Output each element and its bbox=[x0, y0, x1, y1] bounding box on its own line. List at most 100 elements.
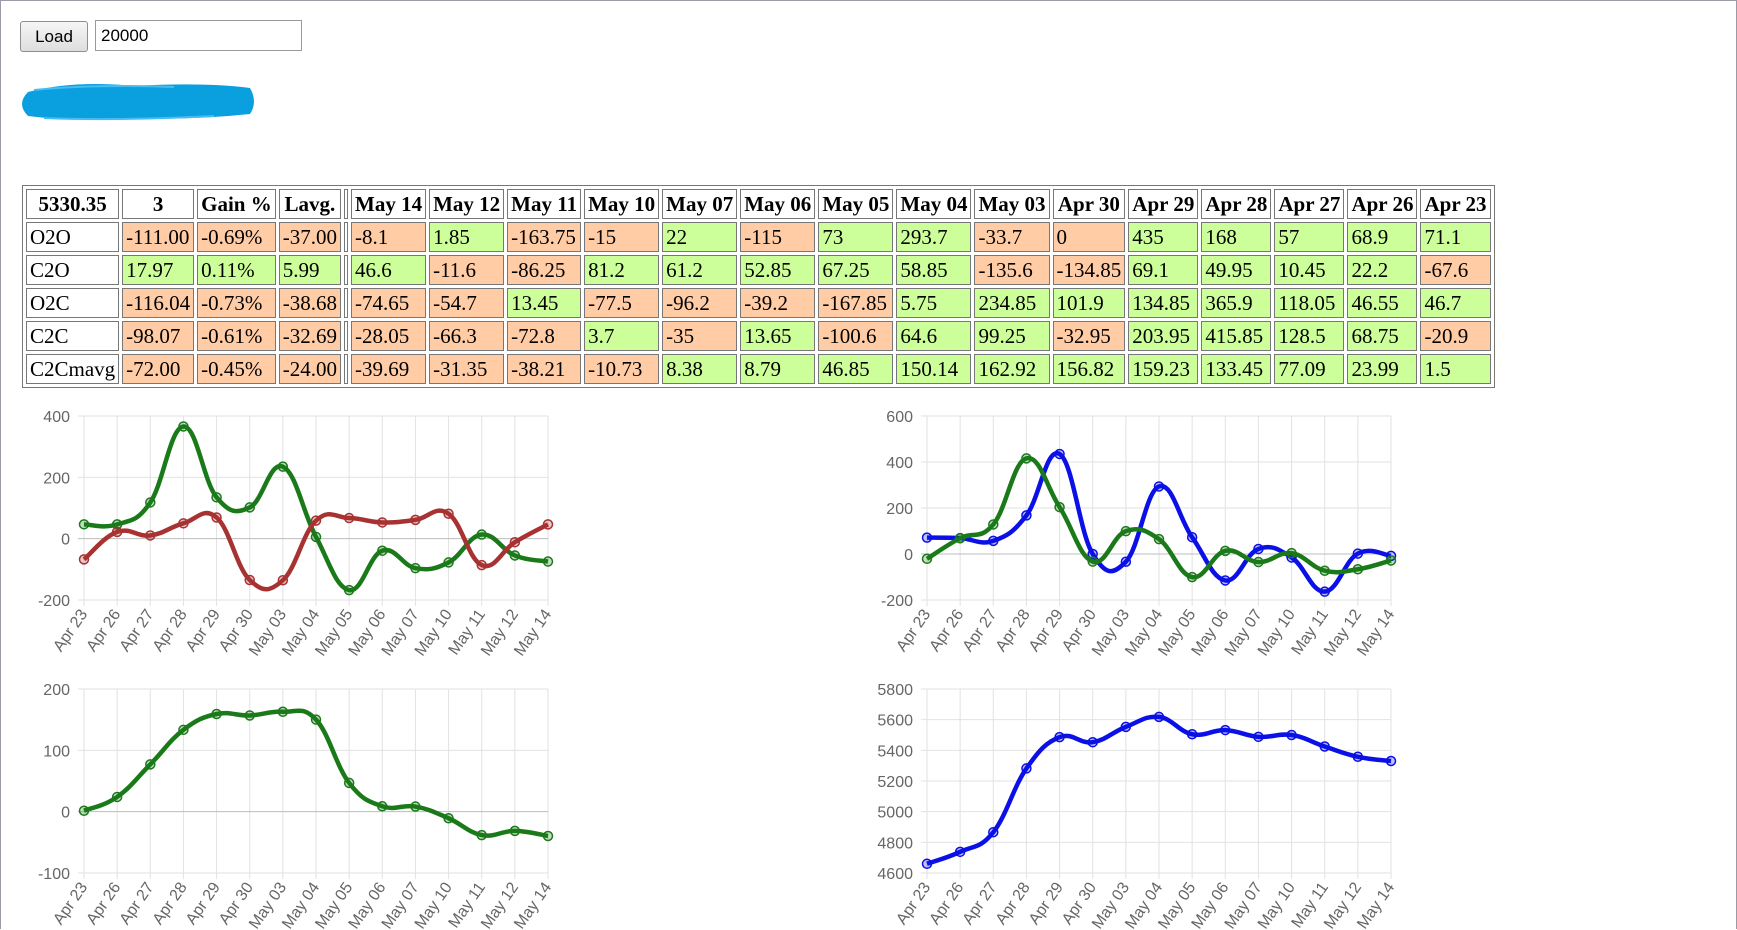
value-cell: -54.7 bbox=[429, 288, 505, 318]
table-header-cell: May 06 bbox=[740, 189, 816, 219]
value-cell: 64.6 bbox=[896, 321, 972, 351]
data-point bbox=[1186, 571, 1198, 583]
data-point bbox=[1153, 481, 1165, 492]
chart-c2cmavg: -100 0 100 200 Apr 23Apr 26Apr 27Apr 28Apr 2… bbox=[38, 682, 555, 930]
table-header-cell: May 05 bbox=[818, 189, 894, 219]
x-tick-label: Apr 26 bbox=[83, 879, 124, 927]
data-point bbox=[1186, 728, 1198, 740]
y-tick-label: 5800 bbox=[877, 682, 913, 699]
table-header-cell: May 07 bbox=[662, 189, 738, 219]
data-point bbox=[145, 759, 156, 770]
data-point bbox=[542, 519, 554, 530]
data-point bbox=[1021, 763, 1032, 774]
x-tick-label: Apr 23 bbox=[893, 606, 934, 654]
data-point bbox=[1021, 453, 1032, 464]
value-cell: -39.2 bbox=[740, 288, 816, 318]
value-cell: 68.75 bbox=[1347, 321, 1418, 351]
data-point bbox=[443, 812, 454, 824]
table-header-cell: Apr 23 bbox=[1420, 189, 1491, 219]
value-cell: 293.7 bbox=[896, 222, 972, 252]
value-cell: -100.6 bbox=[818, 321, 894, 351]
y-tick-label: 400 bbox=[43, 409, 70, 426]
data-point bbox=[921, 858, 933, 870]
value-cell: 71.1 bbox=[1420, 222, 1491, 252]
table-header-cell: Apr 26 bbox=[1347, 189, 1418, 219]
value-cell: 150.14 bbox=[896, 354, 972, 384]
value-cell: -32.95 bbox=[1052, 321, 1126, 351]
value-cell: 415.85 bbox=[1201, 321, 1272, 351]
data-point bbox=[111, 526, 123, 538]
x-tick-label: Apr 29 bbox=[1026, 879, 1067, 927]
value-cell: 81.2 bbox=[584, 255, 660, 285]
value-cell: -72.8 bbox=[507, 321, 582, 351]
data-point bbox=[178, 724, 189, 736]
table-row: C2C -98.07 -0.61% -32.69 -28.05 -66.3 -72.8 3.7… bbox=[26, 321, 1491, 351]
row-label: O2O bbox=[26, 222, 120, 252]
value-cell: 134.85 bbox=[1128, 288, 1199, 318]
summary-cell: 17.97 bbox=[122, 255, 195, 285]
data-point bbox=[1120, 556, 1132, 568]
value-cell: 46.7 bbox=[1420, 288, 1491, 318]
value-cell: 68.9 bbox=[1347, 222, 1418, 252]
data-point bbox=[277, 461, 289, 472]
summary-cell: -116.04 bbox=[122, 288, 195, 318]
value-cell: -8.1 bbox=[351, 222, 427, 252]
data-point bbox=[244, 574, 255, 586]
data-point bbox=[1319, 741, 1330, 752]
summary-cell: -72.00 bbox=[122, 354, 195, 384]
row-label: C2Cmavg bbox=[26, 354, 120, 384]
load-button[interactable]: Load bbox=[20, 21, 88, 52]
data-point bbox=[310, 714, 322, 725]
x-tick-label: Apr 23 bbox=[50, 879, 91, 927]
data-point bbox=[509, 536, 521, 548]
table-row: O2O -111.00 -0.69% -37.00 -8.1 1.85 -163.75 -15… bbox=[26, 222, 1491, 252]
value-cell: 69.1 bbox=[1128, 255, 1199, 285]
table-header-cell: Apr 28 bbox=[1201, 189, 1272, 219]
data-point bbox=[211, 708, 222, 720]
table-separator-cell bbox=[344, 288, 348, 318]
data-point bbox=[1054, 448, 1065, 460]
data-point bbox=[1352, 563, 1364, 575]
value-cell: 156.82 bbox=[1052, 354, 1126, 384]
value-cell: 101.9 bbox=[1052, 288, 1126, 318]
data-point bbox=[476, 529, 487, 540]
value-cell: 162.92 bbox=[974, 354, 1050, 384]
data-point bbox=[921, 553, 933, 565]
x-tick-label: Apr 28 bbox=[150, 606, 191, 654]
amount-input[interactable] bbox=[95, 20, 302, 51]
redaction-mark bbox=[22, 84, 254, 121]
value-cell: -115 bbox=[740, 222, 816, 252]
data-point bbox=[443, 557, 454, 568]
data-point bbox=[1319, 565, 1330, 576]
data-point bbox=[343, 584, 355, 596]
value-cell: 435 bbox=[1128, 222, 1199, 252]
table-header-cell: 3 bbox=[122, 189, 195, 219]
value-cell: -135.6 bbox=[974, 255, 1050, 285]
value-cell: 57 bbox=[1274, 222, 1345, 252]
y-tick-label: -200 bbox=[881, 593, 913, 610]
value-cell: -167.85 bbox=[818, 288, 894, 318]
data-point bbox=[343, 777, 355, 789]
table-row: O2C -116.04 -0.73% -38.68 -74.65 -54.7 13.45 -7… bbox=[26, 288, 1491, 318]
data-point bbox=[443, 508, 454, 520]
data-point bbox=[410, 801, 421, 812]
value-cell: 67.25 bbox=[818, 255, 894, 285]
value-cell: 99.25 bbox=[974, 321, 1050, 351]
x-tick-label: Apr 26 bbox=[926, 606, 967, 654]
summary-cell: -37.00 bbox=[278, 222, 341, 252]
row-label: C2C bbox=[26, 321, 120, 351]
data-point bbox=[476, 559, 487, 571]
value-cell: -20.9 bbox=[1420, 321, 1491, 351]
value-cell: 58.85 bbox=[896, 255, 972, 285]
table-header-cell: 5330.35 bbox=[26, 189, 120, 219]
table-row: C2O 17.97 0.11% 5.99 46.6 -11.6 -86.25 81.2 61.2… bbox=[26, 255, 1491, 285]
data-point bbox=[277, 706, 289, 717]
y-tick-label: 5000 bbox=[877, 805, 913, 822]
value-cell: -39.69 bbox=[351, 354, 427, 384]
data-point bbox=[1253, 556, 1264, 568]
summary-cell: -0.61% bbox=[197, 321, 276, 351]
table-header-cell: Apr 29 bbox=[1128, 189, 1199, 219]
y-tick-label: 0 bbox=[61, 805, 70, 822]
stats-table: 5330.35 3 Gain % Lavg. May 14 May 12 May 11 May… bbox=[22, 185, 1495, 388]
value-cell: -86.25 bbox=[507, 255, 582, 285]
